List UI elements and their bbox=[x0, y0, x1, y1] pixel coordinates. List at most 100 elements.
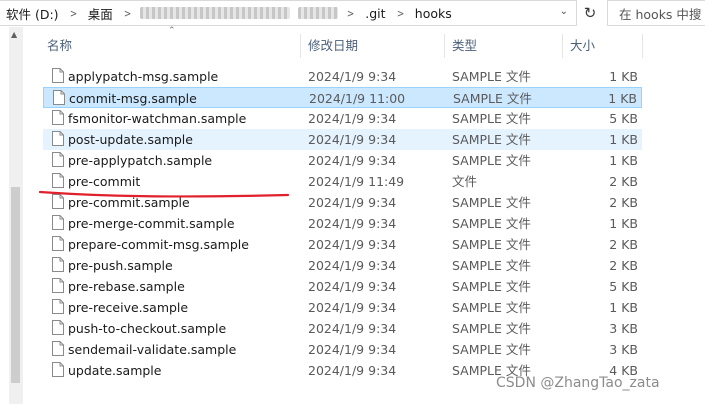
address-bar[interactable]: 软件 (D:) > 桌面 > > .git > hooks ⌄ bbox=[0, 0, 577, 26]
file-icon bbox=[52, 215, 64, 231]
file-date: 2024/1/9 11:00 bbox=[309, 91, 406, 106]
column-date[interactable]: 修改日期 bbox=[308, 32, 358, 60]
file-size: 3 KB bbox=[609, 342, 638, 357]
nav-pane-scrollbar[interactable]: ▲ bbox=[9, 27, 23, 404]
file-type: SAMPLE 文件 bbox=[452, 342, 531, 357]
column-name[interactable]: 名称 bbox=[47, 32, 72, 60]
file-type: SAMPLE 文件 bbox=[452, 321, 531, 336]
file-size: 2 KB bbox=[609, 258, 638, 273]
file-name[interactable]: update.sample bbox=[68, 360, 161, 381]
file-type: SAMPLE 文件 bbox=[452, 153, 531, 168]
file-type: SAMPLE 文件 bbox=[452, 258, 531, 273]
file-name[interactable]: pre-merge-commit.sample bbox=[68, 213, 235, 234]
sort-up-icon: ⌃ bbox=[168, 26, 176, 36]
file-row[interactable]: pre-merge-commit.sample 2024/1/9 9:34 SAMP… bbox=[43, 213, 642, 234]
chevron-down-icon[interactable]: ⌄ bbox=[560, 6, 568, 17]
file-type: SAMPLE 文件 bbox=[452, 195, 531, 210]
file-row[interactable]: commit-msg.sample 2024/1/9 11:00 SAMPLE 文件… bbox=[43, 87, 642, 108]
breadcrumb-git[interactable]: .git bbox=[359, 6, 391, 21]
file-size: 1 KB bbox=[608, 91, 637, 106]
blurred-breadcrumb bbox=[298, 7, 339, 19]
chevron-right-icon[interactable]: > bbox=[393, 7, 407, 20]
file-name[interactable]: pre-applypatch.sample bbox=[68, 150, 212, 171]
file-row[interactable]: pre-applypatch.sample 2024/1/9 9:34 SAMPLE… bbox=[43, 150, 642, 171]
file-size: 5 KB bbox=[609, 111, 638, 126]
file-name[interactable]: applypatch-msg.sample bbox=[68, 66, 218, 87]
file-date: 2024/1/9 9:34 bbox=[308, 342, 397, 357]
column-type[interactable]: 类型 bbox=[452, 32, 477, 60]
file-row[interactable]: applypatch-msg.sample 2024/1/9 9:34 SAMPLE… bbox=[43, 66, 642, 87]
file-icon bbox=[52, 278, 64, 294]
file-name[interactable]: pre-push.sample bbox=[68, 255, 173, 276]
file-date: 2024/1/9 9:34 bbox=[308, 279, 397, 294]
file-date: 2024/1/9 9:34 bbox=[308, 69, 397, 84]
scrollbar-thumb[interactable] bbox=[11, 187, 20, 383]
file-name[interactable]: commit-msg.sample bbox=[69, 88, 197, 109]
file-name[interactable]: sendemail-validate.sample bbox=[68, 339, 236, 360]
file-row[interactable]: pre-rebase.sample 2024/1/9 9:34 SAMPLE 文件 5… bbox=[43, 276, 642, 297]
breadcrumb-hooks[interactable]: hooks bbox=[409, 6, 458, 21]
file-date: 2024/1/9 9:34 bbox=[308, 300, 397, 315]
column-divider[interactable] bbox=[300, 34, 301, 58]
file-name[interactable]: fsmonitor-watchman.sample bbox=[68, 108, 246, 129]
refresh-icon[interactable]: ↻ bbox=[580, 2, 600, 24]
file-icon bbox=[52, 110, 64, 126]
file-icon bbox=[52, 131, 64, 147]
watermark: CSDN @ZhangTao_zata bbox=[496, 375, 660, 391]
file-row[interactable]: fsmonitor-watchman.sample 2024/1/9 9:34 SA… bbox=[43, 108, 642, 129]
file-date: 2024/1/9 11:49 bbox=[308, 174, 405, 189]
file-date: 2024/1/9 9:34 bbox=[308, 195, 397, 210]
file-type: SAMPLE 文件 bbox=[453, 91, 532, 106]
file-date: 2024/1/9 9:34 bbox=[308, 258, 397, 273]
file-size: 5 KB bbox=[609, 279, 638, 294]
file-size: 1 KB bbox=[609, 300, 638, 315]
search-placeholder: 在 hooks 中搜 bbox=[619, 6, 702, 22]
file-row[interactable]: prepare-commit-msg.sample 2024/1/9 9:34 SA… bbox=[43, 234, 642, 255]
file-icon bbox=[52, 68, 64, 84]
file-row[interactable]: sendemail-validate.sample 2024/1/9 9:34 SA… bbox=[43, 339, 642, 360]
file-date: 2024/1/9 9:34 bbox=[308, 132, 397, 147]
column-divider[interactable] bbox=[642, 34, 643, 58]
file-icon bbox=[52, 257, 64, 273]
search-input[interactable]: 在 hooks 中搜 bbox=[607, 0, 705, 26]
file-name[interactable]: push-to-checkout.sample bbox=[68, 318, 226, 339]
column-divider[interactable] bbox=[444, 34, 445, 58]
file-icon bbox=[52, 236, 64, 252]
file-row[interactable]: post-update.sample 2024/1/9 9:34 SAMPLE 文件… bbox=[43, 129, 642, 150]
file-icon bbox=[52, 152, 64, 168]
scroll-up-icon[interactable]: ▲ bbox=[11, 30, 17, 39]
file-date: 2024/1/9 9:34 bbox=[308, 237, 397, 252]
file-name[interactable]: prepare-commit-msg.sample bbox=[68, 234, 249, 255]
file-name[interactable]: pre-rebase.sample bbox=[68, 276, 185, 297]
blurred-breadcrumb bbox=[140, 7, 291, 19]
file-size: 3 KB bbox=[609, 321, 638, 336]
file-name[interactable]: pre-receive.sample bbox=[68, 297, 188, 318]
chevron-right-icon[interactable]: > bbox=[344, 7, 358, 20]
file-type: SAMPLE 文件 bbox=[452, 132, 531, 147]
file-type: 文件 bbox=[452, 174, 478, 189]
file-row[interactable]: push-to-checkout.sample 2024/1/9 9:34 SAMP… bbox=[43, 318, 642, 339]
file-icon bbox=[52, 341, 64, 357]
file-type: SAMPLE 文件 bbox=[452, 237, 531, 252]
file-type: SAMPLE 文件 bbox=[452, 279, 531, 294]
file-date: 2024/1/9 9:34 bbox=[308, 153, 397, 168]
breadcrumb-desktop[interactable]: 桌面 bbox=[82, 4, 119, 23]
chevron-right-icon[interactable]: > bbox=[66, 7, 80, 20]
chevron-right-icon[interactable]: > bbox=[121, 7, 135, 20]
file-size: 1 KB bbox=[609, 132, 638, 147]
column-header: ⌃ 名称 修改日期 类型 大小 bbox=[38, 26, 705, 60]
file-icon bbox=[52, 320, 64, 336]
file-date: 2024/1/9 9:34 bbox=[308, 111, 397, 126]
file-row[interactable]: pre-receive.sample 2024/1/9 9:34 SAMPLE 文件… bbox=[43, 297, 642, 318]
file-name[interactable]: post-update.sample bbox=[68, 129, 193, 150]
file-size: 1 KB bbox=[609, 153, 638, 168]
file-size: 2 KB bbox=[609, 237, 638, 252]
file-type: SAMPLE 文件 bbox=[452, 300, 531, 315]
file-type: SAMPLE 文件 bbox=[452, 111, 531, 126]
file-icon bbox=[52, 362, 64, 378]
file-size: 1 KB bbox=[609, 69, 638, 84]
column-size[interactable]: 大小 bbox=[570, 32, 595, 60]
column-divider[interactable] bbox=[562, 34, 563, 58]
file-row[interactable]: pre-push.sample 2024/1/9 9:34 SAMPLE 文件 2 K… bbox=[43, 255, 642, 276]
breadcrumb-drive[interactable]: 软件 (D:) bbox=[0, 4, 65, 23]
